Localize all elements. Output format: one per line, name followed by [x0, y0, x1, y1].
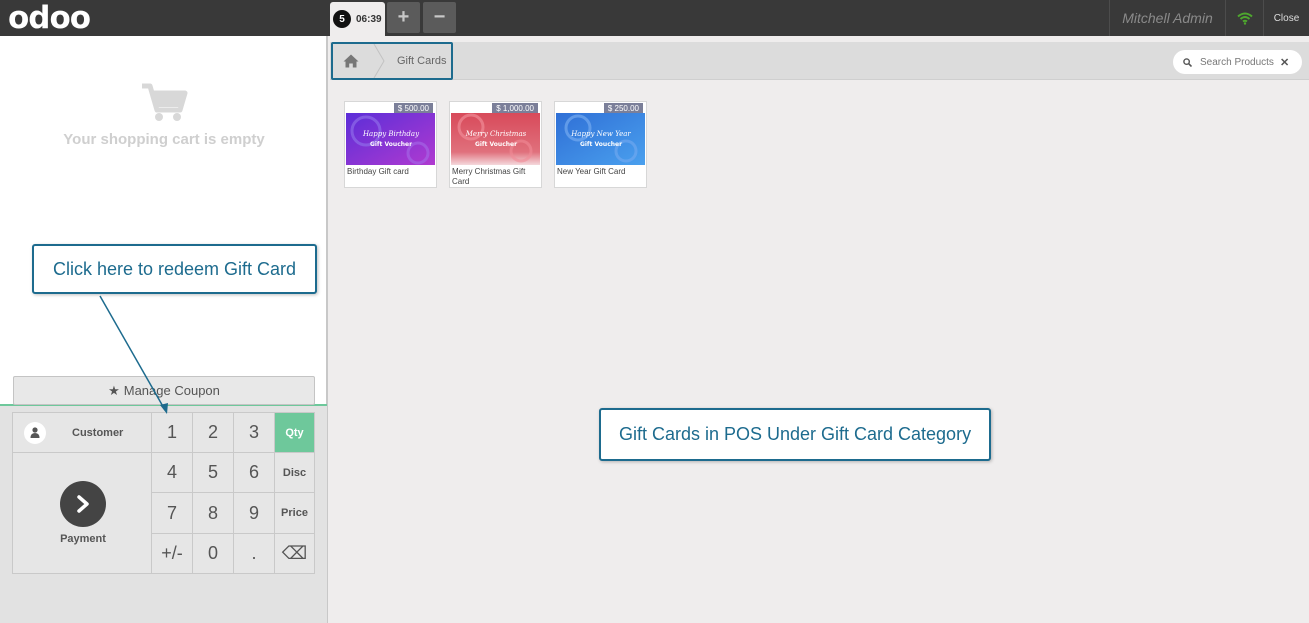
numpad-key-8[interactable]: 8 [193, 493, 234, 534]
numpad-key-6[interactable]: 6 [234, 453, 275, 493]
voucher-line1: Merry Christmas [465, 130, 527, 138]
products-pane: Gift Cards Search Products ✕ $ 500.00 Ha… [330, 36, 1309, 623]
numpad-key-decimal[interactable]: . [234, 534, 275, 574]
product-card-christmas[interactable]: $ 1,000.00 Merry Christmas Gift Voucher … [449, 101, 542, 188]
qty-mode-button[interactable]: Qty [275, 412, 315, 453]
numpad-key-0[interactable]: 0 [193, 534, 234, 574]
search-icon [1183, 57, 1192, 67]
home-icon[interactable] [343, 54, 359, 68]
close-button[interactable]: Close [1263, 0, 1309, 36]
order-number-badge: 5 [333, 10, 351, 28]
customer-button[interactable]: Customer [12, 412, 152, 453]
discount-mode-button[interactable]: Disc [275, 453, 315, 493]
numpad: 1 2 3 Qty 4 5 6 Disc 7 8 9 Price +/- 0 .… [152, 412, 315, 574]
payment-button[interactable]: Payment [12, 453, 152, 574]
product-card-birthday[interactable]: $ 500.00 Happy Birthday Gift Voucher Bir… [344, 101, 437, 188]
product-card-new-year[interactable]: $ 250.00 Happy New Year Gift Voucher New… [554, 101, 647, 188]
product-name: Birthday Gift card [347, 167, 409, 176]
price-mode-button[interactable]: Price [275, 493, 315, 534]
gift-card-category-callout: Gift Cards in POS Under Gift Card Catego… [599, 408, 991, 461]
user-icon [24, 421, 46, 444]
pos-header: odoo 5 06:39 + − Mitchell Admin Close [0, 0, 1309, 36]
manage-coupon-label: Manage Coupon [123, 383, 220, 398]
product-name: New Year Gift Card [557, 167, 626, 176]
redeem-gift-card-callout: Click here to redeem Gift Card [32, 244, 317, 294]
voucher-line1: Happy New Year [570, 130, 631, 138]
voucher-line2: Gift Voucher [475, 141, 517, 148]
cart-icon [142, 83, 188, 121]
odoo-logo: odoo [8, 0, 91, 36]
new-order-button[interactable]: + [387, 2, 420, 33]
category-bar: Gift Cards Search Products ✕ [330, 42, 1309, 80]
logo-text: odoo [8, 0, 91, 36]
backspace-icon[interactable]: ⌫ [275, 534, 315, 574]
clear-search-icon[interactable]: ✕ [1280, 56, 1289, 69]
breadcrumb: Gift Cards [331, 42, 453, 80]
connection-status[interactable] [1225, 0, 1263, 36]
numpad-key-plus-minus[interactable]: +/- [152, 534, 193, 574]
empty-cart-message: Your shopping cart is empty [63, 131, 265, 148]
numpad-key-5[interactable]: 5 [193, 453, 234, 493]
voucher-line2: Gift Voucher [580, 141, 622, 148]
payment-label: Payment [60, 533, 106, 545]
star-icon: ★ [108, 382, 120, 398]
numpad-key-3[interactable]: 3 [234, 412, 275, 453]
manage-coupon-button[interactable]: ★ Manage Coupon [13, 376, 315, 405]
search-input[interactable]: Search Products [1200, 57, 1274, 68]
delete-order-button[interactable]: − [423, 2, 456, 33]
user-name[interactable]: Mitchell Admin [1109, 0, 1225, 36]
wifi-icon [1236, 12, 1253, 25]
order-time: 06:39 [356, 13, 382, 25]
customer-label: Customer [72, 426, 124, 439]
product-image: Merry Christmas Gift Voucher [451, 113, 540, 165]
product-image: Happy New Year Gift Voucher [556, 113, 645, 165]
numpad-key-1[interactable]: 1 [152, 412, 193, 453]
search-products-field[interactable]: Search Products ✕ [1173, 50, 1302, 74]
plus-icon: + [397, 6, 410, 28]
breadcrumb-separator [373, 44, 385, 78]
order-tab[interactable]: 5 06:39 [330, 2, 385, 36]
chevron-right-icon [60, 481, 106, 527]
numpad-key-2[interactable]: 2 [193, 412, 234, 453]
breadcrumb-category[interactable]: Gift Cards [397, 55, 447, 67]
product-image: Happy Birthday Gift Voucher [346, 113, 435, 165]
numpad-key-4[interactable]: 4 [152, 453, 193, 493]
product-name: Merry Christmas Gift Card [452, 167, 526, 186]
numpad-key-9[interactable]: 9 [234, 493, 275, 534]
empty-cart: Your shopping cart is empty [0, 81, 328, 148]
voucher-line1: Happy Birthday [362, 130, 420, 138]
minus-icon: − [433, 6, 446, 28]
numpad-key-7[interactable]: 7 [152, 493, 193, 534]
voucher-line2: Gift Voucher [370, 141, 412, 148]
